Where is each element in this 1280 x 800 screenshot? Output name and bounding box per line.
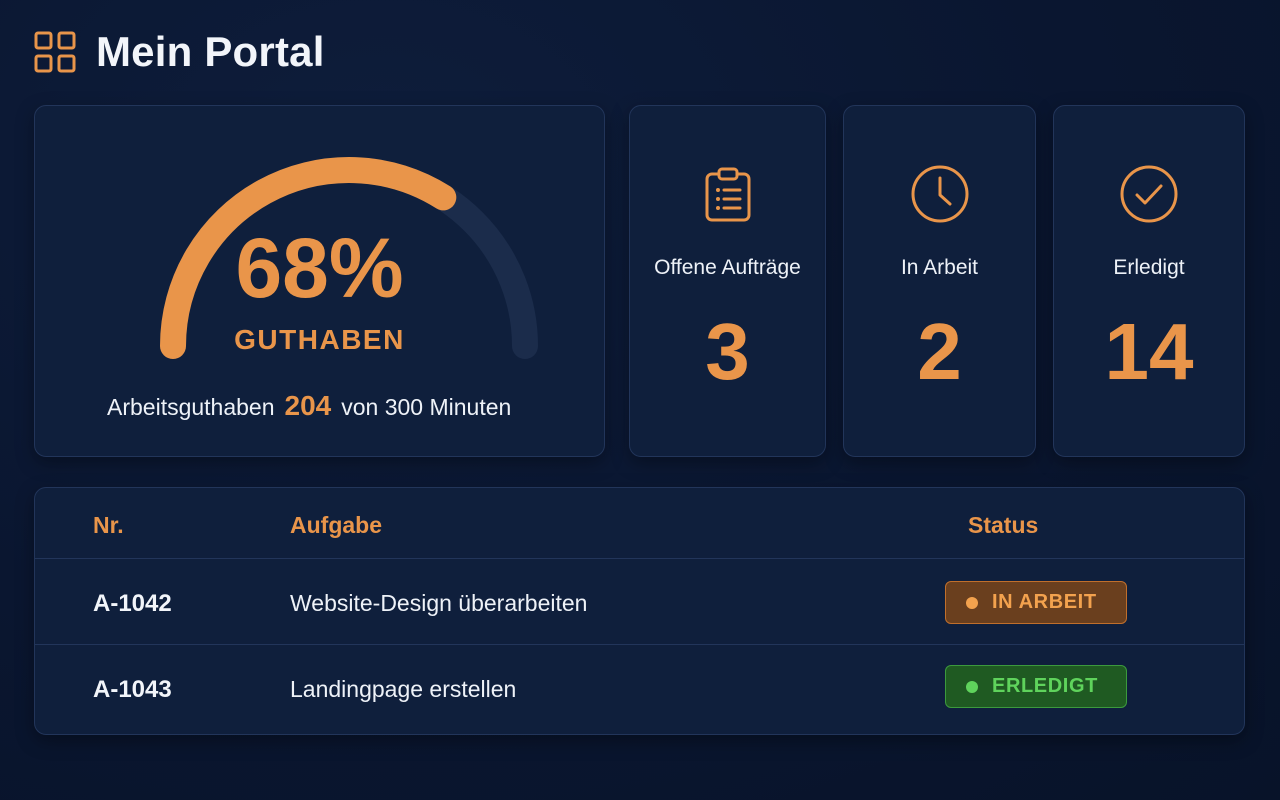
status-badge-label: IN ARBEIT (992, 591, 1097, 613)
stat-card-in-progress[interactable]: In Arbeit 2 (843, 105, 1036, 457)
cell-task: Website-Design überarbeiten (290, 590, 588, 616)
column-header-task[interactable]: Aufgabe (290, 512, 382, 539)
page-header: Mein Portal (34, 28, 325, 76)
status-badge-label: ERLEDIGT (992, 675, 1098, 697)
credit-label: GUTHABEN (234, 324, 405, 355)
column-header-nr[interactable]: Nr. (93, 512, 124, 539)
credit-used-value: 204 (284, 390, 332, 421)
cell-task: Landingpage erstellen (290, 676, 517, 702)
credit-caption-prefix: Arbeitsguthaben (107, 394, 275, 420)
status-dot (966, 680, 978, 693)
credit-caption: Arbeitsguthaben 204 von 300 Minuten (107, 390, 511, 422)
row-divider (35, 644, 1244, 645)
status-badge: IN ARBEIT (945, 581, 1127, 624)
tasks-table: Nr. Aufgabe Status A-1042 Website-Design… (34, 487, 1245, 735)
stat-label: In Arbeit (900, 256, 979, 279)
stat-value: 3 (705, 307, 750, 396)
stat-card-done[interactable]: Erledigt 14 (1053, 105, 1245, 457)
dashboard-grid-icon[interactable] (34, 31, 76, 73)
stat-value: 2 (917, 307, 962, 396)
stat-card-open-orders[interactable]: Offene Aufträge 3 (629, 105, 826, 457)
stat-value: 14 (1104, 307, 1194, 396)
check-circle-icon (1120, 165, 1178, 223)
credit-percent: 68% (235, 221, 404, 315)
header-divider (35, 558, 1244, 559)
clipboard-list-icon (705, 167, 750, 222)
clock-icon (911, 165, 968, 223)
cell-nr: A-1043 (93, 676, 172, 703)
stat-label: Erledigt (1113, 256, 1185, 279)
status-badge: ERLEDIGT (945, 665, 1127, 708)
page-title: Mein Portal (96, 28, 325, 75)
stat-label: Offene Aufträge (654, 256, 801, 279)
cell-nr: A-1042 (93, 590, 172, 617)
credit-gauge-card: 68% GUTHABEN Arbeitsguthaben 204 von 300… (34, 105, 605, 457)
status-dot (966, 596, 978, 609)
credit-caption-suffix: von 300 Minuten (341, 394, 512, 420)
column-header-status[interactable]: Status (968, 512, 1038, 539)
